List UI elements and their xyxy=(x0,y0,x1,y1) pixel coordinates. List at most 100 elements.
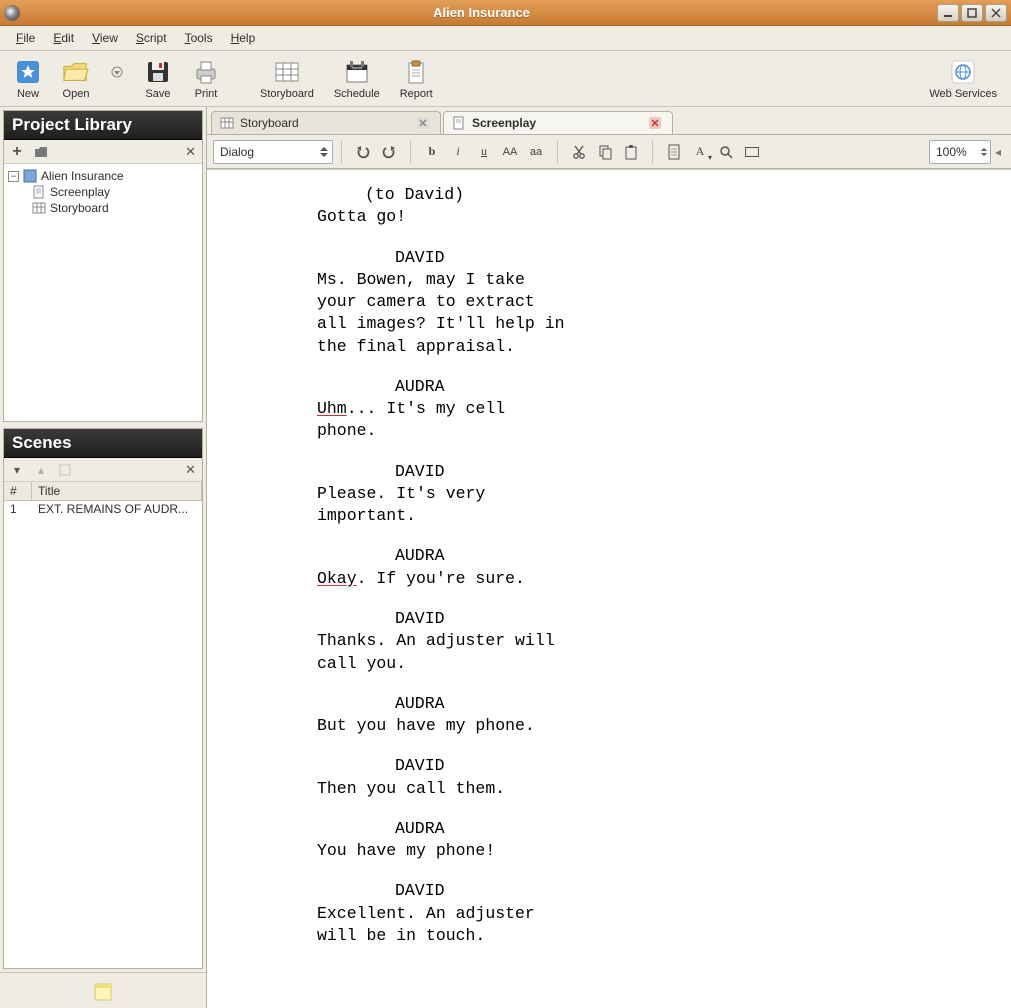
screenplay-char[interactable]: AUDRA xyxy=(317,545,807,567)
window-minimize-button[interactable] xyxy=(937,4,959,22)
col-title-header[interactable]: Title xyxy=(32,482,202,500)
uppercase-button[interactable]: AA xyxy=(497,139,523,165)
screenplay-dialog[interactable]: phone. xyxy=(317,420,807,442)
collapse-icon[interactable]: − xyxy=(8,171,19,182)
screenplay-dialog[interactable]: Gotta go! xyxy=(317,206,807,228)
menu-help[interactable]: Help xyxy=(223,28,264,48)
view-mode-button[interactable] xyxy=(739,139,765,165)
tab-screenplay[interactable]: Screenplay xyxy=(443,111,673,134)
storyboard-doc-icon xyxy=(32,201,46,215)
copy-button[interactable] xyxy=(592,139,618,165)
scenes-toolbar: ▾ ▴ ✕ xyxy=(4,458,202,482)
screenplay-dialog[interactable]: Please. It's very xyxy=(317,483,807,505)
folder-button[interactable] xyxy=(34,145,48,159)
font-button[interactable]: A▾ xyxy=(687,139,713,165)
screenplay-dialog[interactable]: Uhm... It's my cell xyxy=(317,398,807,420)
screenplay-char[interactable]: DAVID xyxy=(317,755,807,777)
menubar: File Edit View Script Tools Help xyxy=(0,26,1011,51)
storyboard-tab-icon xyxy=(220,116,234,130)
scroll-left-button[interactable]: ◂ xyxy=(991,145,1005,159)
tree-root[interactable]: − Alien Insurance xyxy=(6,168,200,184)
menu-file[interactable]: File xyxy=(8,28,43,48)
scene-up-button[interactable]: ▴ xyxy=(34,463,48,477)
new-button[interactable]: New xyxy=(8,54,48,104)
screenplay-dialog[interactable]: Okay. If you're sure. xyxy=(317,568,807,590)
screenplay-char[interactable]: AUDRA xyxy=(317,376,807,398)
globe-icon xyxy=(949,58,977,86)
tab-label: Storyboard xyxy=(240,116,299,130)
screenplay-dialog[interactable]: your camera to extract xyxy=(317,291,807,313)
col-num-header[interactable]: # xyxy=(4,482,32,500)
window-maximize-button[interactable] xyxy=(961,4,983,22)
menu-tools[interactable]: Tools xyxy=(177,28,221,48)
scene-title: EXT. REMAINS OF AUDR... xyxy=(32,502,202,516)
scene-down-button[interactable]: ▾ xyxy=(10,463,24,477)
panel-close-button[interactable]: ✕ xyxy=(185,144,196,160)
screenplay-dialog[interactable]: important. xyxy=(317,505,807,527)
screenplay-dialog[interactable]: all images? It'll help in xyxy=(317,313,807,335)
italic-button[interactable]: i xyxy=(445,139,471,165)
find-button[interactable] xyxy=(713,139,739,165)
tab-close-icon[interactable] xyxy=(416,116,430,130)
screenplay-paren[interactable]: (to David) xyxy=(317,184,807,206)
project-tree[interactable]: − Alien Insurance Screenplay Storyboard xyxy=(4,164,202,421)
report-button[interactable]: Report xyxy=(394,54,439,104)
scenes-close-button[interactable]: ✕ xyxy=(185,462,196,478)
underline-button[interactable]: u xyxy=(471,139,497,165)
tab-close-icon[interactable] xyxy=(648,116,662,130)
lowercase-button[interactable]: aa xyxy=(523,139,549,165)
undo-button[interactable] xyxy=(350,139,376,165)
screenplay-dialog[interactable]: You have my phone! xyxy=(317,840,807,862)
redo-button[interactable] xyxy=(376,139,402,165)
open-button[interactable]: Open xyxy=(56,54,96,104)
scenes-list[interactable]: # Title 1 EXT. REMAINS OF AUDR... xyxy=(4,482,202,968)
bold-button[interactable]: b xyxy=(419,139,445,165)
menu-script[interactable]: Script xyxy=(128,28,175,48)
page-button[interactable] xyxy=(661,139,687,165)
open-dropdown-button[interactable] xyxy=(104,54,130,104)
schedule-button[interactable]: movie Schedule xyxy=(328,54,386,104)
screenplay-dialog[interactable]: will be in touch. xyxy=(317,925,807,947)
screenplay-dialog[interactable]: Ms. Bowen, may I take xyxy=(317,269,807,291)
webservices-button[interactable]: Web Services xyxy=(923,54,1003,104)
new-label: New xyxy=(17,88,39,100)
tree-item-screenplay[interactable]: Screenplay xyxy=(6,184,200,200)
zoom-selector[interactable]: 100% xyxy=(929,140,991,164)
notes-icon[interactable] xyxy=(92,980,114,1002)
save-icon xyxy=(144,58,172,86)
screenplay-char[interactable]: DAVID xyxy=(317,880,807,902)
scene-num: 1 xyxy=(4,502,32,516)
add-button[interactable]: + xyxy=(10,145,24,159)
paste-button[interactable] xyxy=(618,139,644,165)
screenplay-char[interactable]: DAVID xyxy=(317,608,807,630)
screenplay-content[interactable]: (to David)Gotta go!DAVIDMs. Bowen, may I… xyxy=(207,170,847,987)
cut-button[interactable] xyxy=(566,139,592,165)
screenplay-char[interactable]: AUDRA xyxy=(317,818,807,840)
tab-storyboard[interactable]: Storyboard xyxy=(211,111,441,134)
print-button[interactable]: Print xyxy=(186,54,226,104)
screenplay-dialog[interactable]: Thanks. An adjuster will xyxy=(317,630,807,652)
screenplay-char[interactable]: DAVID xyxy=(317,247,807,269)
screenplay-char[interactable]: DAVID xyxy=(317,461,807,483)
screenplay-char[interactable]: AUDRA xyxy=(317,693,807,715)
screenplay-dialog[interactable]: Excellent. An adjuster xyxy=(317,903,807,925)
scene-edit-button[interactable] xyxy=(58,463,72,477)
style-value: Dialog xyxy=(220,145,254,159)
menu-view[interactable]: View xyxy=(84,28,126,48)
tree-root-label: Alien Insurance xyxy=(41,169,124,183)
tab-label: Screenplay xyxy=(472,116,536,130)
project-icon xyxy=(23,169,37,183)
tree-item-storyboard[interactable]: Storyboard xyxy=(6,200,200,216)
document-area[interactable]: (to David)Gotta go!DAVIDMs. Bowen, may I… xyxy=(207,169,1011,1008)
screenplay-dialog[interactable]: call you. xyxy=(317,653,807,675)
scene-row[interactable]: 1 EXT. REMAINS OF AUDR... xyxy=(4,501,202,517)
project-library-title: Project Library xyxy=(4,111,202,140)
screenplay-dialog[interactable]: Then you call them. xyxy=(317,778,807,800)
storyboard-button[interactable]: Storyboard xyxy=(254,54,320,104)
save-button[interactable]: Save xyxy=(138,54,178,104)
menu-edit[interactable]: Edit xyxy=(45,28,82,48)
screenplay-dialog[interactable]: But you have my phone. xyxy=(317,715,807,737)
style-selector[interactable]: Dialog xyxy=(213,140,333,164)
screenplay-dialog[interactable]: the final appraisal. xyxy=(317,336,807,358)
window-close-button[interactable] xyxy=(985,4,1007,22)
